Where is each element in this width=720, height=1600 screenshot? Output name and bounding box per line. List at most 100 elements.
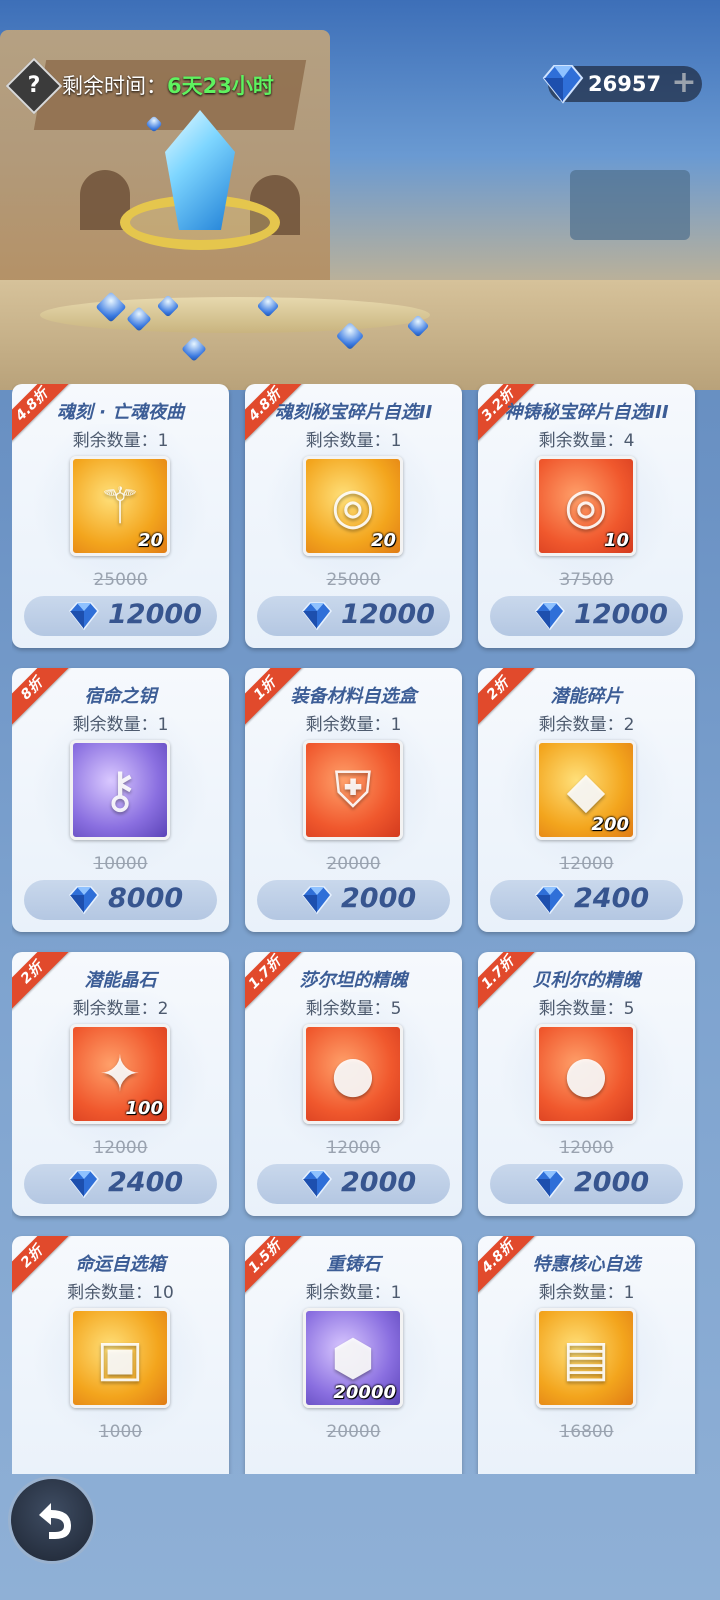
item-icon-frame[interactable]: ◎ 10 — [536, 456, 636, 556]
diamond-icon — [69, 1170, 99, 1199]
item-icon-frame[interactable]: ● — [303, 1024, 403, 1124]
diamond-balance: 26957 + — [542, 65, 702, 104]
shop-item-card[interactable]: 4.8折 魂刻 · 亡魂夜曲 剩余数量：1 ⚚ 20 25000 12000 — [12, 384, 229, 648]
item-name: 贝利尔的精魄 — [532, 970, 641, 991]
shop-item-card[interactable]: 2折 命运自选箱 剩余数量：10 ▣ 1000 — [12, 1236, 229, 1474]
buy-button[interactable]: 12000 — [24, 596, 217, 636]
shop-item-card[interactable]: 1.7折 莎尔坦的精魄 剩余数量：5 ● 12000 2000 — [245, 952, 462, 1216]
original-price: 25000 — [326, 570, 381, 590]
item-icon-frame[interactable]: ◎ 20 — [303, 456, 403, 556]
item-name: 装备材料自选盒 — [290, 686, 417, 707]
sale-price: 2400 — [108, 1167, 184, 1198]
shop-banner-scene — [0, 0, 720, 390]
armor-icon: ⛨ — [334, 761, 372, 819]
back-arrow-icon — [39, 1503, 71, 1539]
buy-button[interactable]: 2000 — [257, 1164, 450, 1204]
diamond-icon — [302, 886, 332, 915]
item-remaining: 剩余数量：10 — [67, 1283, 174, 1303]
background-market-stall — [570, 170, 690, 240]
shop-item-card[interactable]: 4.8折 魂刻秘宝碎片自选II 剩余数量：1 ◎ 20 25000 12000 — [245, 384, 462, 648]
shop-item-card[interactable]: 3.2折 神铸秘宝碎片自选III 剩余数量：4 ◎ 10 37500 12000 — [478, 384, 695, 648]
item-name: 特惠核心自选 — [532, 1254, 641, 1275]
diamond-icon — [302, 1170, 332, 1199]
item-icon-frame[interactable]: ● — [536, 1024, 636, 1124]
buy-button[interactable]: 12000 — [490, 596, 683, 636]
chest-icon: ▣ — [96, 1329, 144, 1387]
item-remaining: 剩余数量：5 — [305, 999, 402, 1019]
item-remaining: 剩余数量：1 — [72, 431, 169, 451]
item-icon-frame[interactable]: ⚷ — [70, 740, 170, 840]
item-remaining: 剩余数量：5 — [538, 999, 635, 1019]
item-count: 10 — [603, 530, 629, 551]
remaining-time-label: 剩余时间： — [62, 74, 167, 98]
item-icon-frame[interactable]: ⛨ — [303, 740, 403, 840]
shop-item-grid: 4.8折 魂刻 · 亡魂夜曲 剩余数量：1 ⚚ 20 25000 12000 4… — [12, 384, 708, 1474]
buy-button[interactable]: 2000 — [490, 1164, 683, 1204]
sale-price: 12000 — [341, 599, 435, 630]
diamond-icon — [542, 65, 584, 104]
item-icon-frame[interactable]: ◆ 200 — [536, 740, 636, 840]
sale-price: 2000 — [341, 1167, 417, 1198]
remaining-time: 剩余时间：6天23小时 — [62, 70, 274, 100]
item-remaining: 剩余数量：4 — [538, 431, 635, 451]
shop-item-card[interactable]: 4.8折 特惠核心自选 剩余数量：1 ▤ 16800 — [478, 1236, 695, 1474]
original-price: 10000 — [93, 854, 148, 874]
diamond-icon — [535, 886, 565, 915]
sale-price: 2000 — [574, 1167, 650, 1198]
item-name: 魂刻秘宝碎片自选II — [274, 402, 433, 423]
shop-item-card[interactable]: 1.7折 贝利尔的精魄 剩余数量：5 ● 12000 2000 — [478, 952, 695, 1216]
item-name: 莎尔坦的精魄 — [299, 970, 408, 991]
item-remaining: 剩余数量：1 — [72, 715, 169, 735]
buy-button[interactable]: 2400 — [490, 880, 683, 920]
sale-price: 2400 — [574, 883, 650, 914]
item-name: 潜能晶石 — [84, 970, 157, 991]
shop-item-card[interactable]: 8折 宿命之钥 剩余数量：1 ⚷ 10000 8000 — [12, 668, 229, 932]
key-icon: ⚷ — [101, 761, 139, 819]
crown-crystal-illustration — [120, 110, 280, 280]
diamond-icon — [69, 602, 99, 631]
item-name: 潜能碎片 — [550, 686, 623, 707]
item-icon-frame[interactable]: ▣ — [70, 1308, 170, 1408]
original-price: 1000 — [98, 1422, 143, 1442]
item-name: 宿命之钥 — [84, 686, 157, 707]
core-card-icon: ▤ — [562, 1329, 610, 1387]
original-price: 20000 — [326, 854, 381, 874]
buy-button[interactable]: 12000 — [257, 596, 450, 636]
item-icon-frame[interactable]: ⬢ 20000 — [303, 1308, 403, 1408]
question-icon: ? — [27, 73, 41, 98]
item-icon-frame[interactable]: ✦ 100 — [70, 1024, 170, 1124]
shop-item-card[interactable]: 2折 潜能碎片 剩余数量：2 ◆ 200 12000 2400 — [478, 668, 695, 932]
diamond-icon — [535, 602, 565, 631]
sale-price: 2000 — [341, 883, 417, 914]
back-button[interactable] — [8, 1476, 96, 1564]
red-orb-icon: ● — [564, 1045, 608, 1103]
buy-button[interactable]: 8000 — [24, 880, 217, 920]
shop-item-card[interactable]: 1折 装备材料自选盒 剩余数量：1 ⛨ 20000 2000 — [245, 668, 462, 932]
buy-button[interactable]: 2000 — [257, 880, 450, 920]
item-name: 魂刻 · 亡魂夜曲 — [56, 402, 185, 423]
original-price: 25000 — [93, 570, 148, 590]
dark-orb-icon: ● — [331, 1045, 375, 1103]
item-remaining: 剩余数量：1 — [305, 431, 402, 451]
add-diamond-button[interactable]: + — [670, 68, 698, 98]
item-remaining: 剩余数量：1 — [305, 1283, 402, 1303]
item-remaining: 剩余数量：1 — [305, 715, 402, 735]
original-price: 37500 — [559, 570, 614, 590]
item-remaining: 剩余数量：2 — [538, 715, 635, 735]
shop-item-card[interactable]: 2折 潜能晶石 剩余数量：2 ✦ 100 12000 2400 — [12, 952, 229, 1216]
item-name: 命运自选箱 — [75, 1254, 166, 1275]
original-price: 12000 — [326, 1138, 381, 1158]
item-icon-frame[interactable]: ▤ — [536, 1308, 636, 1408]
item-remaining: 剩余数量：2 — [72, 999, 169, 1019]
item-count: 20000 — [333, 1382, 396, 1403]
item-count: 20 — [370, 530, 396, 551]
diamond-icon — [302, 602, 332, 631]
item-name: 神铸秘宝碎片自选III — [504, 402, 669, 423]
sale-price: 8000 — [108, 883, 184, 914]
item-icon-frame[interactable]: ⚚ 20 — [70, 456, 170, 556]
shop-item-card[interactable]: 1.5折 重铸石 剩余数量：1 ⬢ 20000 20000 — [245, 1236, 462, 1474]
buy-button[interactable]: 2400 — [24, 1164, 217, 1204]
diamond-icon — [535, 1170, 565, 1199]
original-price: 12000 — [93, 1138, 148, 1158]
sale-price: 12000 — [574, 599, 668, 630]
